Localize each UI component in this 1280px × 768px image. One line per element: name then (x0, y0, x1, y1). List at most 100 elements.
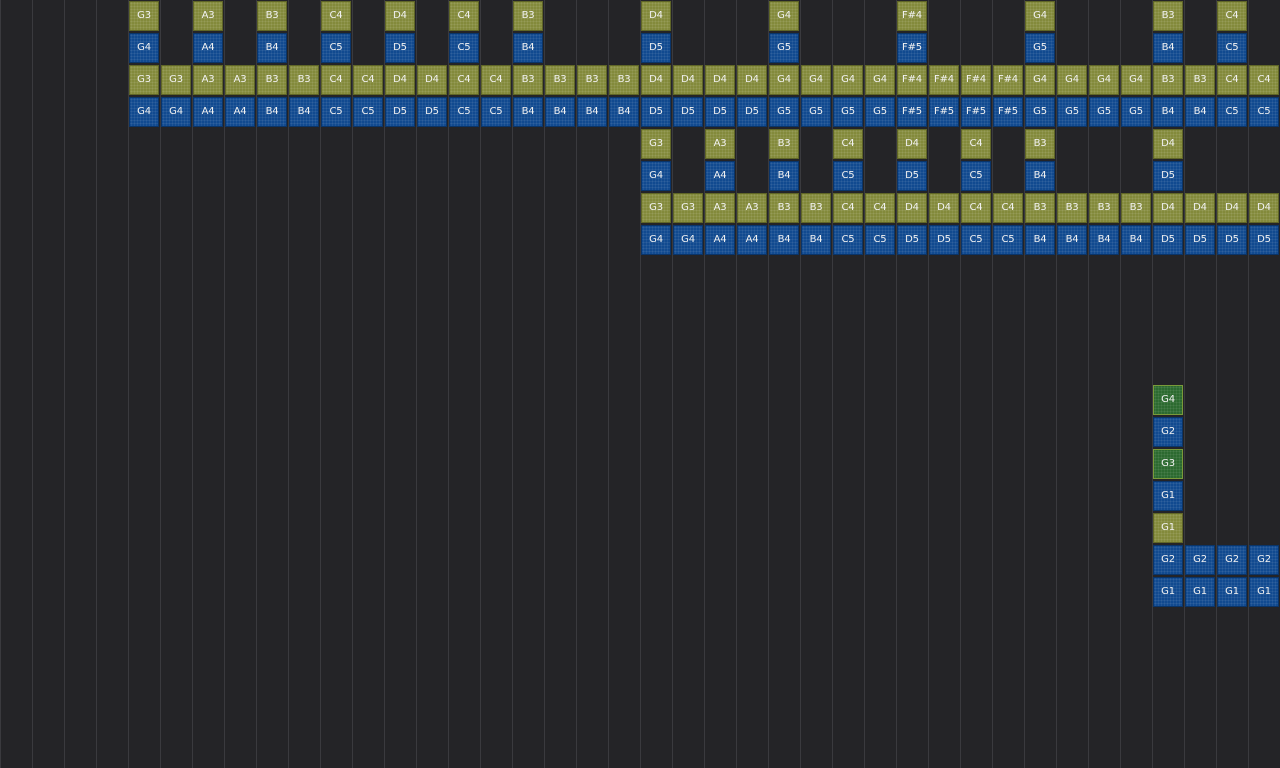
note-cell[interactable]: G3 (641, 193, 671, 223)
note-cell[interactable]: C5 (1249, 97, 1279, 127)
note-cell[interactable]: F#5 (961, 97, 991, 127)
note-cell[interactable]: B3 (1025, 193, 1055, 223)
note-cell[interactable]: B4 (1025, 161, 1055, 191)
note-cell[interactable]: G5 (833, 97, 863, 127)
note-cell[interactable]: G2 (1217, 545, 1247, 575)
note-cell[interactable]: C4 (993, 193, 1023, 223)
note-cell[interactable]: G3 (129, 1, 159, 31)
note-cell[interactable]: B4 (1089, 225, 1119, 255)
note-cell[interactable]: C5 (449, 33, 479, 63)
note-cell[interactable]: C4 (321, 65, 351, 95)
note-cell[interactable]: D4 (1185, 193, 1215, 223)
note-cell[interactable]: B3 (769, 193, 799, 223)
note-cell[interactable]: G3 (1153, 449, 1183, 479)
note-cell[interactable]: B3 (1089, 193, 1119, 223)
note-cell[interactable]: G5 (769, 33, 799, 63)
note-cell[interactable]: B4 (609, 97, 639, 127)
note-cell[interactable]: F#5 (993, 97, 1023, 127)
note-cell[interactable]: C5 (449, 97, 479, 127)
note-cell[interactable]: G1 (1153, 577, 1183, 607)
note-cell[interactable]: C5 (481, 97, 511, 127)
note-cell[interactable]: C4 (353, 65, 383, 95)
note-cell[interactable]: F#4 (993, 65, 1023, 95)
note-cell[interactable]: D4 (385, 1, 415, 31)
note-cell[interactable]: A3 (225, 65, 255, 95)
note-cell[interactable]: B4 (1057, 225, 1087, 255)
note-cell[interactable]: D5 (929, 225, 959, 255)
note-cell[interactable]: C4 (1217, 65, 1247, 95)
note-cell[interactable]: C4 (1249, 65, 1279, 95)
note-cell[interactable]: G5 (1025, 97, 1055, 127)
note-cell[interactable]: G2 (1153, 417, 1183, 447)
note-cell[interactable]: D5 (737, 97, 767, 127)
note-cell[interactable]: D4 (1217, 193, 1247, 223)
note-cell[interactable]: B4 (1121, 225, 1151, 255)
note-cell[interactable]: G1 (1185, 577, 1215, 607)
note-cell[interactable]: B3 (289, 65, 319, 95)
note-cell[interactable]: B3 (513, 65, 543, 95)
note-cell[interactable]: D4 (417, 65, 447, 95)
note-cell[interactable]: B3 (609, 65, 639, 95)
note-cell[interactable]: D5 (897, 161, 927, 191)
note-cell[interactable]: G4 (801, 65, 831, 95)
note-cell[interactable]: G2 (1153, 545, 1183, 575)
note-cell[interactable]: G4 (1121, 65, 1151, 95)
note-cell[interactable]: B3 (1057, 193, 1087, 223)
note-cell[interactable]: B3 (1185, 65, 1215, 95)
note-cell[interactable]: C5 (865, 225, 895, 255)
note-cell[interactable]: A4 (705, 225, 735, 255)
note-cell[interactable]: B4 (769, 161, 799, 191)
note-cell[interactable]: D4 (1153, 193, 1183, 223)
note-cell[interactable]: B4 (577, 97, 607, 127)
note-cell[interactable]: B4 (257, 33, 287, 63)
note-cell[interactable]: F#5 (897, 97, 927, 127)
note-cell[interactable]: G5 (769, 97, 799, 127)
note-cell[interactable]: C5 (961, 161, 991, 191)
note-cell[interactable]: B3 (801, 193, 831, 223)
note-cell[interactable]: A3 (705, 193, 735, 223)
note-cell[interactable]: G4 (1025, 1, 1055, 31)
note-cell[interactable]: C5 (1217, 97, 1247, 127)
note-cell[interactable]: B4 (1153, 97, 1183, 127)
note-cell[interactable]: G5 (865, 97, 895, 127)
note-cell[interactable]: B4 (513, 33, 543, 63)
note-cell[interactable]: D5 (705, 97, 735, 127)
note-cell[interactable]: B4 (769, 225, 799, 255)
note-cell[interactable]: C5 (993, 225, 1023, 255)
note-cell[interactable]: D5 (641, 97, 671, 127)
note-cell[interactable]: B4 (801, 225, 831, 255)
note-cell[interactable]: B3 (257, 65, 287, 95)
note-cell[interactable]: G2 (1249, 545, 1279, 575)
note-cell[interactable]: A3 (193, 65, 223, 95)
note-cell[interactable]: F#4 (897, 65, 927, 95)
note-cell[interactable]: A4 (737, 225, 767, 255)
note-cell[interactable]: C4 (449, 1, 479, 31)
note-cell[interactable]: G4 (1057, 65, 1087, 95)
note-cell[interactable]: B4 (1025, 225, 1055, 255)
note-cell[interactable]: G3 (641, 129, 671, 159)
note-cell[interactable]: A4 (225, 97, 255, 127)
note-cell[interactable]: D5 (385, 97, 415, 127)
note-cell[interactable]: G4 (833, 65, 863, 95)
note-cell[interactable]: G4 (129, 97, 159, 127)
note-cell[interactable]: G4 (1025, 65, 1055, 95)
note-cell[interactable]: D4 (705, 65, 735, 95)
note-cell[interactable]: F#4 (929, 65, 959, 95)
note-cell[interactable]: G3 (673, 193, 703, 223)
note-cell[interactable]: C5 (833, 225, 863, 255)
note-cell[interactable]: G1 (1249, 577, 1279, 607)
note-cell[interactable]: C4 (961, 129, 991, 159)
note-cell[interactable]: G2 (1185, 545, 1215, 575)
note-cell[interactable]: D4 (641, 65, 671, 95)
note-cell[interactable]: C4 (321, 1, 351, 31)
note-cell[interactable]: D4 (385, 65, 415, 95)
note-cell[interactable]: A4 (193, 97, 223, 127)
note-cell[interactable]: F#4 (961, 65, 991, 95)
note-cell[interactable]: D5 (417, 97, 447, 127)
note-cell[interactable]: B4 (545, 97, 575, 127)
note-cell[interactable]: D4 (641, 1, 671, 31)
note-cell[interactable]: D5 (1153, 161, 1183, 191)
note-cell[interactable]: G4 (641, 161, 671, 191)
note-cell[interactable]: B3 (513, 1, 543, 31)
note-cell[interactable]: G1 (1217, 577, 1247, 607)
